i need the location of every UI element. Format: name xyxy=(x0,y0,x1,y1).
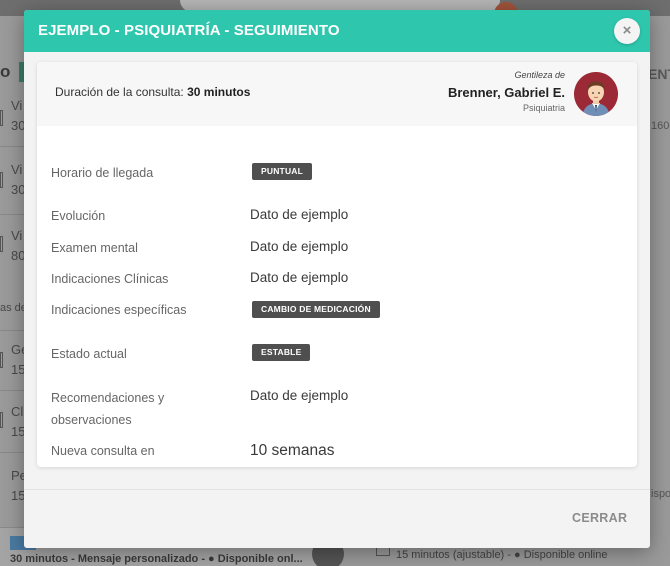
field-indicaciones-especificas-label: Indicaciones específicas xyxy=(51,303,187,317)
background-checkbox xyxy=(0,110,3,126)
field-recomendaciones-label-line1: Recomendaciones y xyxy=(51,391,165,405)
field-recomendaciones-value: Dato de ejemplo xyxy=(250,388,349,403)
field-examen-label: Examen mental xyxy=(51,241,138,255)
modal-title: EJEMPLO - PSIQUIATRÍA - SEGUIMIENTO xyxy=(38,22,340,39)
field-recomendaciones-label-line2: observaciones xyxy=(51,413,132,427)
background-checkbox xyxy=(0,172,3,188)
background-selected-item-text: 30 minutos - Mensaje personalizado - ● D… xyxy=(10,553,303,565)
background-right-number: 1600 xyxy=(651,120,670,132)
globe-icon: ● xyxy=(208,553,218,565)
background-item-title: Vi xyxy=(11,162,23,177)
background-right-text: ispo xyxy=(651,488,670,500)
modal-footer-divider xyxy=(24,489,650,490)
close-icon[interactable]: × xyxy=(614,18,640,44)
background-divider xyxy=(0,146,24,147)
doctor-avatar-illustration xyxy=(574,72,618,116)
background-item-text: 15 minutos (ajustable) - ● Disponible on… xyxy=(376,542,607,562)
field-horario-label: Horario de llegada xyxy=(51,166,154,180)
background-item-title: Vi xyxy=(11,228,23,243)
doctor-name: Brenner, Gabriel E. xyxy=(447,85,565,100)
background-heading-right: ENT xyxy=(648,66,670,82)
field-nueva-consulta-value: 10 semanas xyxy=(250,442,335,459)
field-estado-badge: ESTABLE xyxy=(252,344,311,361)
background-divider xyxy=(0,390,24,391)
field-horario-badge: PUNTUAL xyxy=(252,163,313,180)
field-indicaciones-clinicas-value: Dato de ejemplo xyxy=(250,270,349,285)
doctor-specialty: Psiquiatria xyxy=(522,103,565,113)
background-item-title: Vi xyxy=(11,98,23,113)
background-checkbox xyxy=(0,352,3,368)
field-examen-value: Dato de ejemplo xyxy=(250,239,349,254)
modal-header: EJEMPLO - PSIQUIATRÍA - SEGUIMIENTO × xyxy=(24,10,650,52)
background-divider xyxy=(0,214,24,215)
consultation-modal: EJEMPLO - PSIQUIATRÍA - SEGUIMIENTO × Du… xyxy=(24,10,650,548)
duration-label: Duración de la consulta: xyxy=(55,85,184,99)
doctor-avatar xyxy=(574,72,618,116)
background-section-text: as de xyxy=(0,302,27,314)
consultation-card: Duración de la consulta: 30 minutos Gent… xyxy=(37,62,637,467)
background-item-title: Cl xyxy=(11,404,24,419)
field-indicaciones-clinicas-label: Indicaciones Clínicas xyxy=(51,272,169,286)
courtesy-label: Gentileza de xyxy=(514,70,565,80)
globe-icon: ● xyxy=(514,548,524,561)
consult-duration: Duración de la consulta: 30 minutos xyxy=(55,85,250,99)
field-nueva-consulta-label: Nueva consulta en xyxy=(51,444,155,458)
background-divider xyxy=(0,452,24,453)
card-header: Duración de la consulta: 30 minutos Gent… xyxy=(37,62,637,126)
field-evolucion-label: Evolución xyxy=(51,209,106,223)
background-checkbox xyxy=(0,236,3,252)
field-evolucion-value: Dato de ejemplo xyxy=(250,207,349,222)
close-button[interactable]: CERRAR xyxy=(572,511,627,525)
background-checkbox xyxy=(0,412,3,428)
background-divider xyxy=(0,330,24,331)
field-indicaciones-especificas-badge: CAMBIO DE MEDICACIÓN xyxy=(252,301,380,318)
field-estado-label: Estado actual xyxy=(51,347,127,361)
background-heading-fragment: o xyxy=(0,62,11,81)
duration-value: 30 minutos xyxy=(187,85,251,99)
